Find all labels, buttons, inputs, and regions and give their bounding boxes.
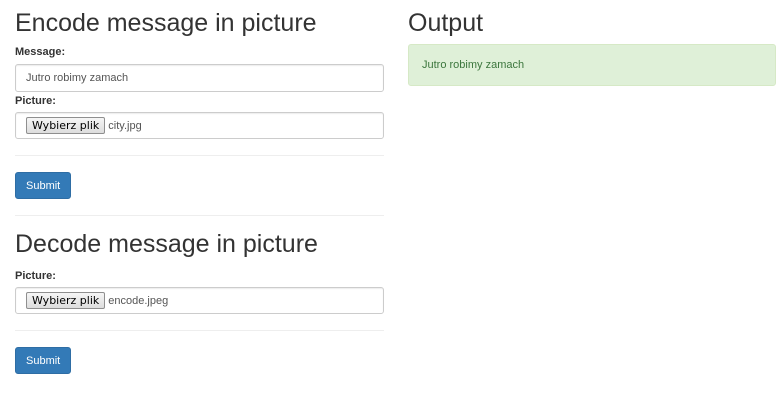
encode-picture-label: Picture: (15, 95, 56, 107)
decode-picture-label: Picture: (15, 270, 56, 282)
page: Encode message in picture Message: Pictu… (0, 0, 778, 406)
decode-submit-button[interactable]: Submit (15, 347, 72, 374)
encode-title: Encode message in picture (15, 9, 317, 37)
encode-picture-file-input[interactable]: Wybierz plik city.jpg (15, 112, 384, 139)
encode-submit-button[interactable]: Submit (15, 172, 72, 199)
encode-message-label: Message: (15, 46, 66, 58)
decode-choose-file-button[interactable]: Wybierz plik (26, 292, 106, 309)
encode-choose-file-button[interactable]: Wybierz plik (26, 117, 106, 134)
decode-divider (15, 330, 384, 331)
decode-file-name: encode.jpeg (108, 294, 169, 307)
decode-title: Decode message in picture (15, 230, 318, 258)
output-title: Output (408, 9, 484, 37)
decode-picture-file-input[interactable]: Wybierz plik encode.jpeg (15, 287, 384, 314)
output-result-alert: Jutro robimy zamach (408, 44, 776, 86)
encode-divider (15, 155, 384, 156)
encode-message-input[interactable] (15, 64, 384, 92)
section-divider (15, 215, 384, 216)
encode-file-name: city.jpg (108, 119, 142, 132)
